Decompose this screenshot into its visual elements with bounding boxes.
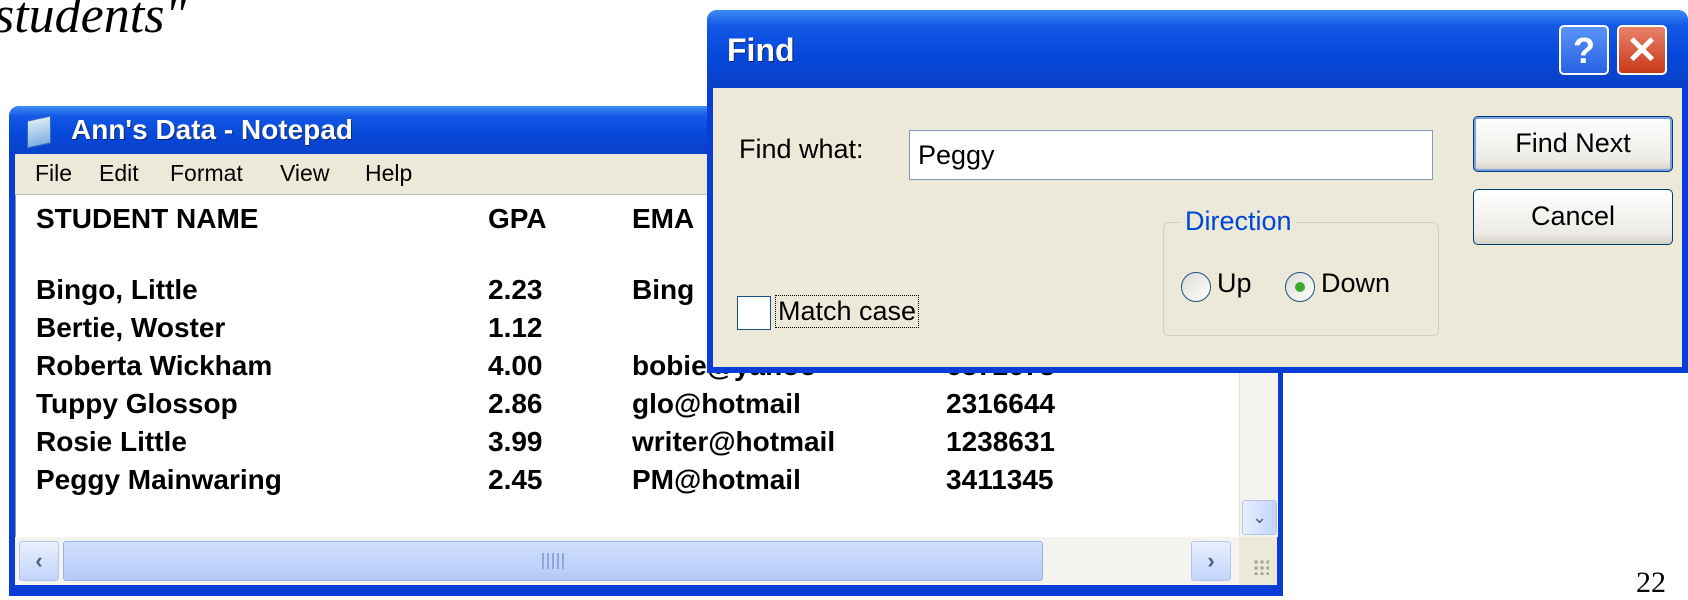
- table-cell-email: Bing: [632, 274, 695, 305]
- table-cell-name: Bingo, Little: [36, 274, 198, 305]
- match-case-checkbox[interactable]: [737, 296, 771, 330]
- table-cell-name: Bertie, Woster: [36, 312, 226, 343]
- table-cell-phone: 1238631: [946, 426, 1056, 457]
- direction-label: Direction: [1181, 206, 1296, 237]
- menu-format[interactable]: Format: [170, 160, 243, 187]
- direction-down-label[interactable]: Down: [1321, 268, 1390, 299]
- find-dialog-body: Find what: Find Next Cancel Match case D…: [713, 88, 1682, 367]
- direction-up-label[interactable]: Up: [1217, 268, 1252, 299]
- table-cell-gpa: 2.45: [488, 464, 543, 495]
- menu-help[interactable]: Help: [365, 160, 412, 187]
- menu-edit[interactable]: Edit: [99, 160, 139, 187]
- help-icon[interactable]: ?: [1559, 25, 1609, 75]
- horizontal-scroll-thumb[interactable]: [63, 541, 1043, 581]
- table-cell-gpa: 1.12: [488, 312, 543, 343]
- find-what-input[interactable]: [909, 130, 1433, 180]
- table-cell-gpa: 4.00: [488, 350, 543, 381]
- horizontal-scrollbar[interactable]: ‹ ›: [15, 537, 1239, 585]
- table-cell-gpa: 3.99: [488, 426, 543, 457]
- find-title-bar[interactable]: Find ? ✕: [707, 10, 1688, 88]
- close-icon[interactable]: ✕: [1617, 25, 1667, 75]
- table-cell-phone: 2316644: [946, 388, 1056, 419]
- slide-number: 22: [1636, 566, 1666, 599]
- find-what-label: Find what:: [739, 134, 864, 164]
- find-next-button[interactable]: Find Next: [1473, 116, 1673, 172]
- size-grip-icon[interactable]: [1239, 537, 1277, 585]
- cancel-button[interactable]: Cancel: [1473, 189, 1673, 245]
- direction-up-radio[interactable]: [1181, 272, 1211, 302]
- grip-icon: [542, 553, 564, 569]
- notepad-icon: [27, 115, 51, 149]
- scroll-left-icon[interactable]: ‹: [19, 541, 59, 581]
- table-cell-gpa: 2.86: [488, 388, 543, 419]
- menu-file[interactable]: File: [35, 160, 72, 187]
- table-cell-email: glo@hotmail: [632, 388, 801, 419]
- match-case-label[interactable]: Match case: [775, 295, 920, 328]
- column-header-gpa: GPA: [488, 203, 547, 234]
- table-cell-email: PM@hotmail: [632, 464, 801, 495]
- table-cell-name: Rosie Little: [36, 426, 187, 457]
- table-cell-name: Roberta Wickham: [36, 350, 273, 381]
- find-title: Find: [727, 32, 795, 68]
- table-cell-name: Peggy Mainwaring: [36, 464, 282, 495]
- table-cell-email: writer@hotmail: [632, 426, 836, 457]
- table-cell-name: Tuppy Glossop: [36, 388, 238, 419]
- menu-view[interactable]: View: [280, 160, 329, 187]
- table-cell-gpa: 2.23: [488, 274, 543, 305]
- slide-heading: students": [0, 0, 187, 44]
- column-header-name: STUDENT NAME: [36, 203, 259, 234]
- scroll-down-icon[interactable]: ⌄: [1242, 500, 1277, 535]
- scroll-right-icon[interactable]: ›: [1191, 541, 1231, 581]
- table-cell-phone: 3411345: [946, 464, 1054, 495]
- column-header-email: EMA: [632, 203, 695, 234]
- find-dialog: Find ? ✕ Find what: Find Next Cancel Mat…: [707, 10, 1688, 373]
- notepad-title: Ann's Data - Notepad: [71, 114, 354, 145]
- direction-down-radio[interactable]: [1285, 272, 1315, 302]
